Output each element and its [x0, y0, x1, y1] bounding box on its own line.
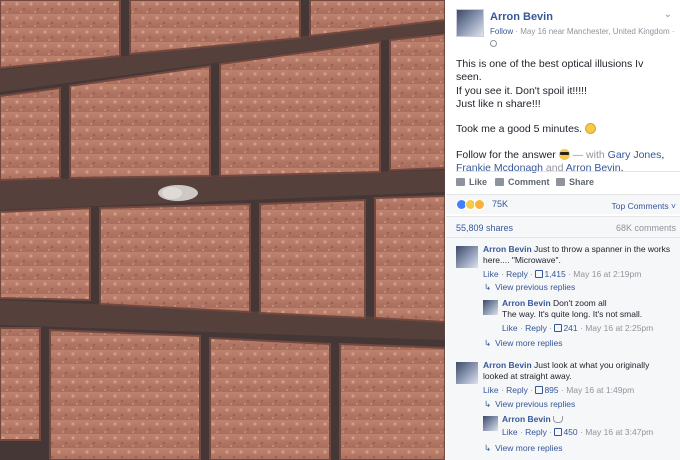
- comment: Arron Bevin Just to throw a spanner in t…: [456, 244, 676, 280]
- avatar[interactable]: [456, 246, 478, 268]
- comment-actions: Like · Reply · 450 · May 16 at 3:47pm: [502, 427, 654, 438]
- comment-icon: [495, 178, 504, 186]
- comment-author[interactable]: Arron Bevin: [483, 360, 532, 370]
- comment-reply-link[interactable]: Reply: [525, 323, 547, 333]
- with-text: — with: [569, 148, 608, 161]
- comment-actions: Like · Reply · 1,415 · May 16 at 2:19pm: [483, 268, 642, 279]
- post-header: Arron Bevin ⌄ Follow · May 16 near Manch…: [446, 0, 680, 52]
- view-more-replies-label: View more replies: [495, 338, 563, 348]
- reply-comment: Arron Bevin Like · Reply · 450 · May 16 …: [483, 414, 677, 439]
- post-line: This is one of the best optical illusion…: [456, 58, 644, 84]
- comment-button[interactable]: Comment: [495, 177, 550, 187]
- post-stats: 55,809 shares 68K comments: [446, 216, 680, 238]
- post-line: Follow for the answer: [456, 148, 556, 161]
- comments-list: Arron Bevin Just to throw a spanner in t…: [446, 238, 680, 460]
- comment-author[interactable]: Arron Bevin: [502, 414, 551, 424]
- post-line: Took me a good 5 minutes.: [456, 123, 583, 136]
- comment-like-count[interactable]: 241: [563, 323, 577, 333]
- smile-emoji-icon: [585, 123, 596, 135]
- comment-like-link[interactable]: Like: [483, 269, 499, 279]
- chevron-down-icon[interactable]: ⌄: [664, 9, 672, 20]
- comment-text: Don't zoom all: [553, 298, 607, 308]
- post-panel: Arron Bevin ⌄ Follow · May 16 near Manch…: [446, 0, 680, 460]
- thumb-icon: [554, 428, 563, 437]
- comment-time[interactable]: May 16 at 2:25pm: [585, 323, 653, 333]
- comment-reply-link[interactable]: Reply: [525, 427, 547, 437]
- share-button[interactable]: Share: [556, 177, 594, 187]
- reactions-bar: 75K Top Comments ˅: [446, 194, 680, 214]
- comment-like-count[interactable]: 895: [544, 385, 558, 395]
- comment-actions: Like · Reply · 895 · May 16 at 1:49pm: [483, 384, 635, 395]
- share-label: Share: [569, 177, 595, 187]
- comment-time[interactable]: May 16 at 1:49pm: [566, 385, 634, 395]
- wow-reaction-icon: [474, 199, 485, 210]
- comment-like-count[interactable]: 1,415: [544, 269, 565, 279]
- reply-arrow-icon: ↳: [484, 338, 492, 348]
- comment-time[interactable]: May 16 at 2:19pm: [573, 269, 641, 279]
- avatar[interactable]: [456, 9, 484, 37]
- comment-author[interactable]: Arron Bevin: [502, 298, 551, 308]
- thumb-icon: [535, 385, 544, 394]
- post-actions: Like Comment Share: [456, 171, 680, 191]
- share-icon: [556, 178, 565, 186]
- author-name[interactable]: Arron Bevin: [490, 11, 553, 23]
- comment-reply-link[interactable]: Reply: [506, 385, 528, 395]
- post-line: If you see it. Don't spoil it!!!!!: [456, 84, 587, 97]
- avatar[interactable]: [483, 416, 498, 431]
- view-more-replies-link[interactable]: ↳ View more replies: [484, 338, 563, 349]
- like-label: Like: [469, 177, 488, 187]
- comment: Arron Bevin Just look at what you origin…: [456, 360, 676, 396]
- comment-like-link[interactable]: Like: [483, 385, 499, 395]
- post-meta: Follow · May 16 near Manchester, United …: [490, 26, 676, 49]
- view-more-replies-link[interactable]: ↳ View more replies: [484, 443, 563, 454]
- view-previous-replies-label: View previous replies: [495, 282, 576, 292]
- shares-count[interactable]: 55,809 shares: [456, 223, 513, 233]
- post-text: This is one of the best optical illusion…: [446, 52, 680, 175]
- view-previous-replies-label: View previous replies: [495, 399, 576, 409]
- comment-author[interactable]: Arron Bevin: [483, 244, 532, 254]
- avatar[interactable]: [483, 300, 498, 315]
- thumb-icon: [535, 269, 544, 278]
- avatar[interactable]: [456, 362, 478, 384]
- comments-count[interactable]: 68K comments: [616, 223, 676, 233]
- reply-arrow-icon: ↳: [484, 443, 492, 453]
- post-date-location: · May 16 near Manchester, United Kingdom…: [513, 27, 675, 36]
- view-previous-replies-link[interactable]: ↳ View previous replies: [484, 399, 575, 410]
- reaction-icons[interactable]: [456, 199, 485, 210]
- reply-arrow-icon: ↳: [484, 282, 492, 292]
- comment-like-link[interactable]: Like: [502, 323, 518, 333]
- top-comments-dropdown[interactable]: Top Comments ˅: [612, 201, 677, 211]
- reply-comment: Arron Bevin Don't zoom all The way. It's…: [483, 298, 677, 334]
- globe-icon: [490, 39, 497, 47]
- post-line: Just like n share!!!: [456, 97, 541, 110]
- comment-actions: Like · Reply · 241 · May 16 at 2:25pm: [502, 322, 654, 333]
- comment-reply-link[interactable]: Reply: [506, 269, 528, 279]
- sunglasses-emoji-icon: [558, 148, 570, 160]
- comment-like-count[interactable]: 450: [563, 427, 577, 437]
- comment-time[interactable]: May 16 at 3:47pm: [585, 427, 653, 437]
- view-previous-replies-link[interactable]: ↳ View previous replies: [484, 282, 575, 293]
- comment-like-link[interactable]: Like: [502, 427, 518, 437]
- reply-arrow-icon: ↳: [484, 399, 492, 409]
- like-icon: [456, 178, 465, 186]
- comment-text-continued: The way. It's quite long. It's not small…: [502, 309, 643, 320]
- follow-link[interactable]: Follow: [490, 27, 513, 36]
- view-more-replies-label: View more replies: [495, 443, 563, 453]
- tag-gary-jones[interactable]: Gary Jones: [608, 149, 662, 161]
- brick-wall-image: [0, 0, 445, 460]
- comment-label: Comment: [508, 177, 550, 187]
- coffee-emoji-icon: [553, 416, 564, 423]
- separator: ,: [661, 148, 665, 161]
- like-button[interactable]: Like: [456, 177, 487, 187]
- brick-wall-photo[interactable]: [0, 0, 445, 460]
- reaction-count[interactable]: 75K: [492, 199, 508, 209]
- thumb-icon: [554, 323, 563, 332]
